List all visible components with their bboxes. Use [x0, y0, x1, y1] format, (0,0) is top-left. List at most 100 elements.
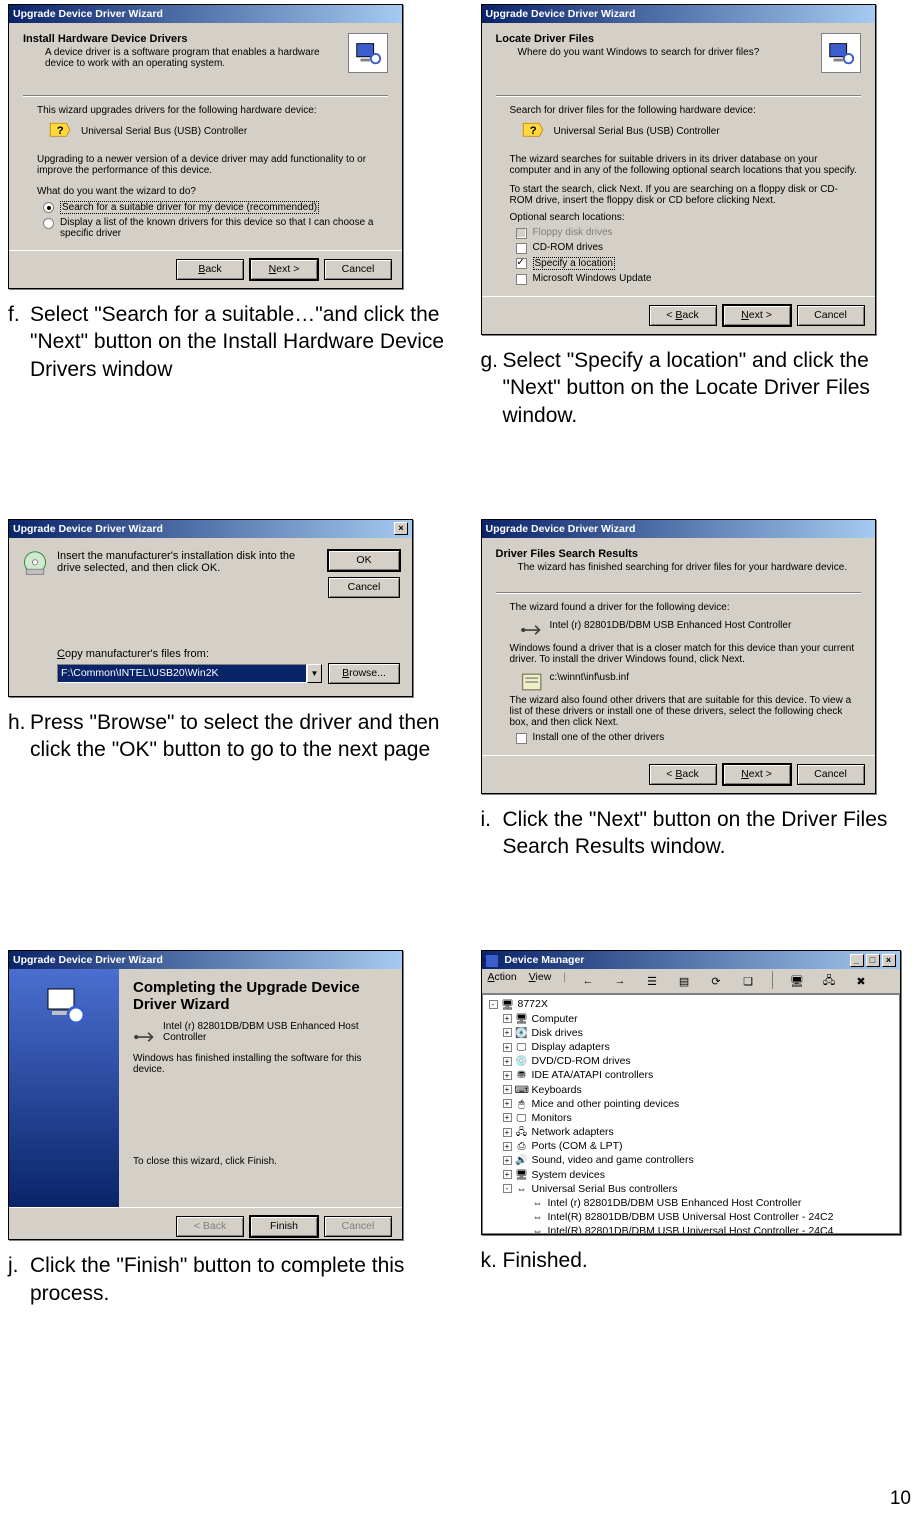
wizard-icon — [348, 33, 388, 73]
device-name: Universal Serial Bus (USB) Controller — [81, 120, 247, 137]
disk-icon — [21, 550, 49, 578]
caption-g: g. Select "Specify a location" and click… — [481, 347, 915, 429]
tree-item[interactable]: +🖥Computer — [485, 1012, 897, 1026]
window-title: Device Manager — [486, 954, 585, 966]
tree-item[interactable]: +💿DVD/CD-ROM drives — [485, 1054, 897, 1068]
tree-item[interactable]: +🔊Sound, video and game controllers — [485, 1153, 897, 1167]
tree-item[interactable]: +⌨Keyboards — [485, 1083, 897, 1097]
titlebar: Upgrade Device Driver Wizard — [9, 951, 402, 969]
next-button[interactable]: Next > — [250, 259, 318, 280]
window-browse-disk: Upgrade Device Driver Wizard × Insert th… — [8, 519, 413, 697]
wizard-side-graphic — [9, 969, 119, 1207]
titlebar: Upgrade Device Driver Wizard — [9, 5, 402, 23]
text: The wizard found a driver for the follow… — [510, 602, 861, 613]
window-locate-files: Upgrade Device Driver Wizard Locate Driv… — [481, 4, 876, 335]
toolbar-refresh-icon[interactable]: ⟳ — [706, 971, 726, 991]
tree-root[interactable]: -🖥8772X — [485, 997, 897, 1011]
radio-display-list[interactable]: Display a list of the known drivers for … — [43, 217, 388, 239]
menu-view[interactable]: View — [529, 971, 552, 991]
text: Windows has finished installing the soft… — [133, 1053, 388, 1075]
titlebar: Upgrade Device Driver Wizard — [482, 520, 875, 538]
tree-item[interactable]: +🖵Monitors — [485, 1111, 897, 1125]
checkbox-other-drivers[interactable]: Install one of the other drivers — [516, 732, 861, 744]
menu-action[interactable]: Action — [488, 971, 517, 991]
device-tree[interactable]: -🖥8772X +🖥Computer +💽Disk drives +🖵Displ… — [482, 994, 900, 1234]
tree-child[interactable]: ⇔Intel (r) 82801DB/DBM USB Enhanced Host… — [485, 1196, 897, 1210]
checkbox-floppy: Floppy disk drives — [516, 227, 861, 239]
subheading: The wizard has finished searching for dr… — [518, 562, 861, 573]
question: What do you want the wizard to do? — [37, 186, 388, 197]
toolbar-btn[interactable]: ✖ — [851, 971, 871, 991]
tree-item[interactable]: +🖱Mice and other pointing devices — [485, 1097, 897, 1111]
question-icon: ? — [520, 120, 546, 146]
heading: Locate Driver Files — [496, 33, 861, 45]
window-completing: Upgrade Device Driver Wizard Completing … — [8, 950, 403, 1240]
window-title: Upgrade Device Driver Wizard — [13, 954, 163, 966]
tree-item[interactable]: +💽Disk drives — [485, 1026, 897, 1040]
next-button[interactable]: Next > — [723, 764, 791, 785]
ok-button[interactable]: OK — [328, 550, 400, 571]
usb-icon — [133, 1024, 155, 1040]
window-search-results: Upgrade Device Driver Wizard Driver File… — [481, 519, 876, 794]
page-number: 10 — [890, 1488, 911, 1510]
toolbar-back-icon[interactable]: ← — [578, 971, 598, 991]
tree-item[interactable]: +🖧Network adapters — [485, 1125, 897, 1139]
label: Optional search locations: — [510, 212, 861, 223]
back-button[interactable]: Back — [176, 259, 244, 280]
text: Windows found a driver that is a closer … — [510, 643, 861, 665]
minimize-icon[interactable]: _ — [850, 954, 864, 967]
browse-button[interactable]: Browse... — [328, 663, 400, 684]
cancel-button[interactable]: Cancel — [797, 764, 865, 785]
text: The wizard also found other drivers that… — [510, 695, 861, 728]
heading: Install Hardware Device Drivers — [23, 33, 388, 45]
cancel-button[interactable]: Cancel — [328, 577, 400, 598]
path-input[interactable]: F:\Common\INTEL\USB20\Win2K — [57, 664, 307, 683]
tree-item-usb[interactable]: -⇔Universal Serial Bus controllers — [485, 1182, 897, 1196]
back-button[interactable]: < Back — [649, 764, 717, 785]
toolbar-btn[interactable]: ▤ — [674, 971, 694, 991]
window-title: Upgrade Device Driver Wizard — [13, 523, 163, 535]
back-button: < Back — [176, 1216, 244, 1237]
caption-i: i. Click the "Next" button on the Driver… — [481, 806, 915, 861]
toolbar-fwd-icon[interactable]: → — [610, 971, 630, 991]
cancel-button[interactable]: Cancel — [324, 259, 392, 280]
checkbox-icon — [516, 258, 527, 269]
checkbox-windows-update[interactable]: Microsoft Windows Update — [516, 273, 861, 285]
toolbar-btn[interactable]: ☰ — [642, 971, 662, 991]
tree-item[interactable]: +🖵Display adapters — [485, 1040, 897, 1054]
text: Upgrading to a newer version of a device… — [37, 154, 388, 176]
dropdown-icon[interactable]: ▼ — [307, 664, 322, 683]
checkbox-cdrom[interactable]: CD-ROM drives — [516, 242, 861, 254]
tree-item[interactable]: +⎙Ports (COM & LPT) — [485, 1139, 897, 1153]
maximize-icon[interactable]: □ — [866, 954, 880, 967]
checkbox-specify-location[interactable]: Specify a location — [516, 257, 861, 270]
checkbox-icon — [516, 733, 527, 744]
toolbar-btn[interactable]: 🖥 — [787, 971, 807, 991]
window-title: Upgrade Device Driver Wizard — [486, 8, 636, 20]
menubar: Action View | ← → ☰ ▤ ⟳ ❏ 🖥 🖧 ✖ — [482, 969, 900, 994]
back-button[interactable]: < Back — [649, 305, 717, 326]
checkbox-icon — [516, 274, 527, 285]
finish-button[interactable]: Finish — [250, 1216, 318, 1237]
next-button[interactable]: Next > — [723, 305, 791, 326]
caption-h: h. Press "Browse" to select the driver a… — [8, 709, 451, 764]
window-device-manager: Device Manager _ □ × Action View | ← → ☰… — [481, 950, 901, 1235]
question-icon: ? — [47, 120, 73, 146]
text: To close this wizard, click Finish. — [133, 1156, 388, 1167]
close-icon[interactable]: × — [394, 522, 408, 535]
close-icon[interactable]: × — [882, 954, 896, 967]
tree-child[interactable]: ⇔Intel(R) 82801DB/DBM USB Universal Host… — [485, 1224, 897, 1234]
tree-item[interactable]: +⛃IDE ATA/ATAPI controllers — [485, 1068, 897, 1082]
toolbar-btn[interactable]: ❏ — [738, 971, 758, 991]
tree-child[interactable]: ⇔Intel(R) 82801DB/DBM USB Universal Host… — [485, 1210, 897, 1224]
toolbar-btn[interactable]: 🖧 — [819, 971, 839, 991]
radio-search-suitable[interactable]: Search for a suitable driver for my devi… — [43, 201, 388, 214]
cancel-button[interactable]: Cancel — [797, 305, 865, 326]
device-name: Intel (r) 82801DB/DBM USB Enhanced Host … — [550, 620, 792, 631]
window-install-drivers: Upgrade Device Driver Wizard Install Har… — [8, 4, 403, 289]
heading: Driver Files Search Results — [496, 548, 861, 560]
device-name: Intel (r) 82801DB/DBM USB Enhanced Host … — [163, 1021, 388, 1043]
caption-j: j. Click the "Finish" button to complete… — [8, 1252, 451, 1307]
tree-item[interactable]: +🖥System devices — [485, 1168, 897, 1182]
checkbox-icon — [516, 228, 527, 239]
